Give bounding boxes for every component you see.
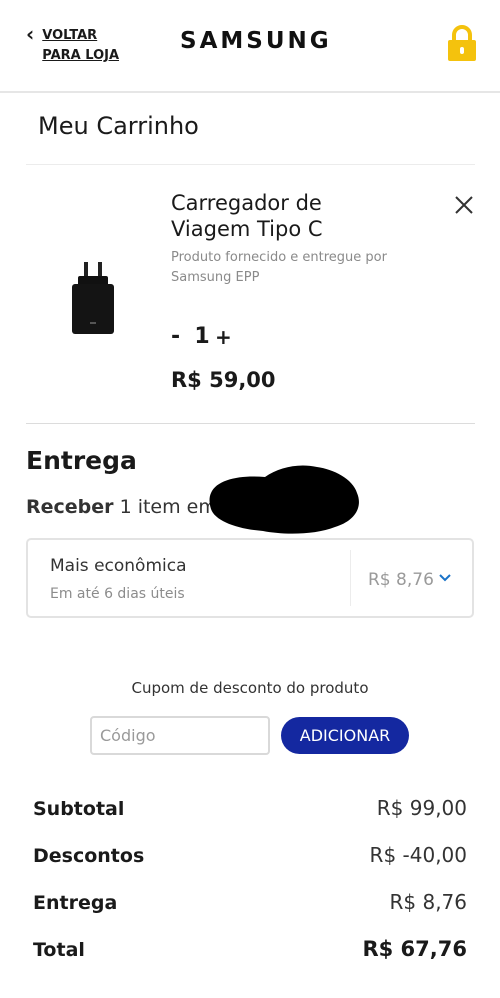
coupon-label: Cupom de desconto do produto bbox=[131, 679, 369, 697]
samsung-logo[interactable]: SAMSUNG bbox=[180, 28, 332, 54]
receive-label: Receber bbox=[26, 496, 114, 518]
delivery-title: Entrega bbox=[26, 446, 137, 475]
decrease-quantity-button[interactable]: - bbox=[171, 324, 189, 349]
product-name[interactable]: Carregador de Viagem Tipo C bbox=[171, 190, 411, 242]
remove-item-close-icon[interactable] bbox=[452, 193, 476, 217]
product-image[interactable] bbox=[70, 262, 116, 336]
shipping-option-selector[interactable]: Mais econômica Em até 6 dias úteis R$ 8,… bbox=[26, 538, 474, 618]
summary-row-subtotal: Subtotal R$ 99,00 bbox=[33, 796, 467, 820]
divider bbox=[350, 550, 351, 606]
subtotal-label: Subtotal bbox=[33, 798, 125, 820]
quantity-value: 1 bbox=[194, 324, 210, 349]
quantity-stepper: - 1 + bbox=[171, 324, 233, 349]
back-to-store-link[interactable]: ‹ VOLTAR PARA LOJA bbox=[26, 22, 120, 66]
divider bbox=[26, 164, 475, 165]
lock-icon bbox=[448, 25, 476, 61]
shipping-option-eta: Em até 6 dias úteis bbox=[50, 586, 185, 602]
chevron-down-icon bbox=[439, 574, 451, 582]
shipping-option-price: R$ 8,76 bbox=[368, 570, 434, 590]
shipping-label: Entrega bbox=[33, 892, 118, 914]
coupon-code-input[interactable] bbox=[90, 716, 270, 755]
summary-row-discounts: Descontos R$ -40,00 bbox=[33, 843, 467, 867]
summary-row-total: Total R$ 67,76 bbox=[33, 937, 467, 961]
add-coupon-button[interactable]: ADICIONAR bbox=[281, 717, 409, 754]
subtotal-value: R$ 99,00 bbox=[376, 796, 467, 820]
receive-items: 1 item em bbox=[119, 496, 217, 518]
chevron-left-icon: ‹ bbox=[26, 22, 35, 46]
product-seller-info: Produto fornecido e entregue por Samsung… bbox=[171, 250, 387, 285]
increase-quantity-button[interactable]: + bbox=[215, 325, 233, 349]
delivery-receive-text: Receber 1 item em bbox=[26, 496, 217, 518]
shipping-option-name: Mais econômica bbox=[50, 556, 187, 576]
product-name-line2: Viagem Tipo C bbox=[171, 217, 323, 241]
discounts-label: Descontos bbox=[33, 845, 145, 867]
divider bbox=[26, 423, 475, 424]
total-value: R$ 67,76 bbox=[362, 937, 467, 961]
product-price: R$ 59,00 bbox=[171, 368, 276, 392]
shipping-value: R$ 8,76 bbox=[389, 890, 467, 914]
discounts-value: R$ -40,00 bbox=[369, 843, 467, 867]
header: ‹ VOLTAR PARA LOJA SAMSUNG bbox=[0, 0, 500, 93]
back-link-line2: PARA LOJA bbox=[42, 48, 120, 63]
total-label: Total bbox=[33, 939, 85, 961]
back-link-line1: VOLTAR bbox=[42, 28, 98, 43]
page-title: Meu Carrinho bbox=[38, 112, 199, 140]
redaction-mark bbox=[209, 465, 359, 534]
summary-row-shipping: Entrega R$ 8,76 bbox=[33, 890, 467, 914]
product-name-line1: Carregador de bbox=[171, 191, 322, 215]
